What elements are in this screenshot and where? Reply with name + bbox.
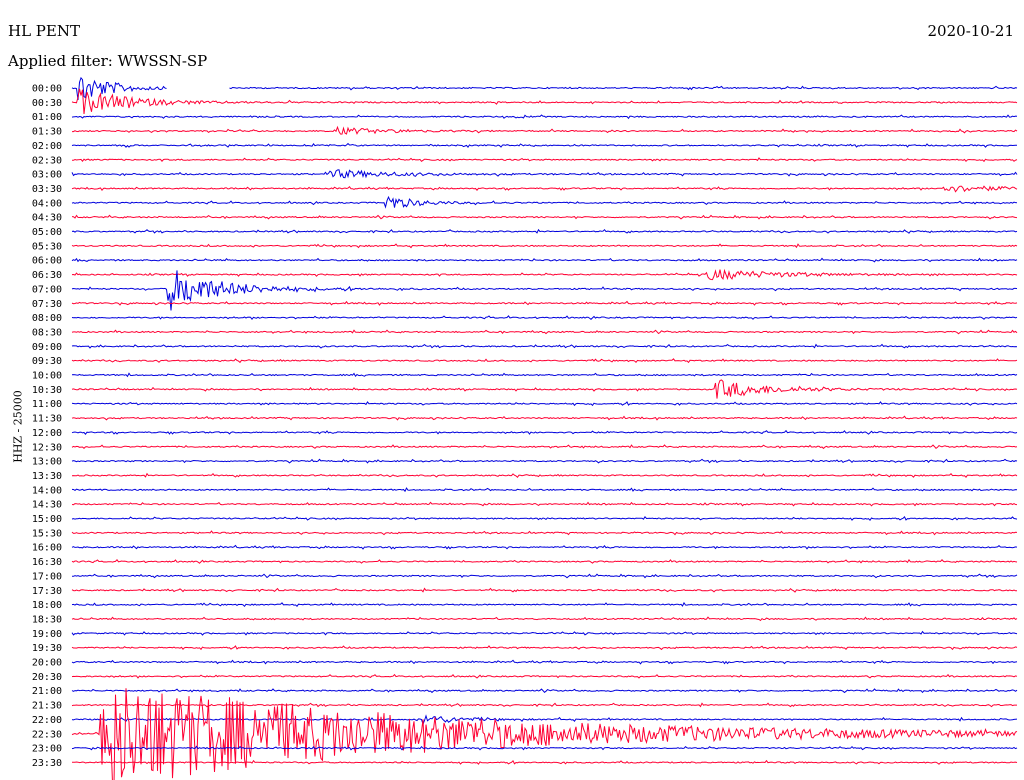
trace-1400: [71, 487, 1018, 493]
trace-1600: [71, 544, 1018, 550]
time-tick-label: 04:00: [32, 198, 62, 209]
time-tick-label: 16:00: [32, 543, 62, 554]
trace-0100: [71, 114, 1018, 120]
trace-1930: [71, 645, 1018, 651]
time-tick-label: 23:30: [32, 758, 62, 769]
time-tick-label: 17:30: [32, 586, 62, 597]
time-tick-label: 09:30: [32, 356, 62, 367]
time-tick-label: 08:30: [32, 327, 62, 338]
time-tick-label: 12:00: [32, 428, 62, 439]
trace-0530: [71, 243, 1018, 249]
trace-0830: [71, 329, 1018, 335]
time-tick-label: 00:00: [32, 84, 62, 95]
time-tick-label: 11:00: [32, 399, 62, 410]
trace-1230: [71, 444, 1018, 450]
time-tick-label: 01:30: [32, 127, 62, 138]
trace-0700: [71, 270, 1018, 311]
trace-2030: [71, 673, 1018, 679]
time-tick-label: 10:30: [32, 385, 62, 396]
time-tick-label: 03:30: [32, 184, 62, 195]
time-tick-label: 13:00: [32, 457, 62, 468]
trace-1300: [71, 458, 1018, 464]
time-tick-label: 12:30: [32, 442, 62, 453]
trace-0630: [71, 268, 1018, 281]
trace-0930: [71, 358, 1018, 364]
time-tick-label: 18:00: [32, 600, 62, 611]
trace-0200: [71, 142, 1018, 149]
trace-0800: [71, 315, 1018, 321]
trace-1700: [71, 573, 1018, 579]
time-tick-label: 07:00: [32, 284, 62, 295]
time-tick-label: 21:00: [32, 686, 62, 697]
time-tick-label: 20:00: [32, 658, 62, 669]
time-tick-label: 11:30: [32, 414, 62, 425]
time-tick-label: 06:30: [32, 270, 62, 281]
time-tick-label: 23:00: [32, 744, 62, 755]
time-tick-label: 15:30: [32, 528, 62, 539]
trace-0400: [71, 195, 1018, 209]
time-tick-label: 09:00: [32, 342, 62, 353]
trace-0500: [71, 228, 1018, 234]
time-tick-label: 14:00: [32, 485, 62, 496]
trace-2130: [71, 702, 1017, 708]
time-tick-label: 14:30: [32, 500, 62, 511]
trace-0330: [71, 185, 1018, 193]
trace-1030: [71, 379, 1018, 399]
trace-2100: [71, 688, 1018, 694]
time-tick-label: 04:30: [32, 213, 62, 224]
trace-0300: [71, 169, 1018, 179]
time-tick-label: 22:00: [32, 715, 62, 726]
trace-1330: [71, 472, 1018, 478]
time-tick-label: 02:00: [32, 141, 62, 152]
trace-2200: [71, 714, 1018, 726]
trace-1630: [71, 559, 1018, 564]
trace-1200: [71, 429, 1018, 435]
trace-1500: [71, 515, 1018, 521]
time-tick-label: 18:30: [32, 614, 62, 625]
trace-2230: [71, 688, 1018, 780]
trace-0430: [71, 214, 1018, 220]
time-tick-label: 02:30: [32, 155, 62, 166]
trace-0030: [71, 88, 1018, 115]
time-tick-label: 10:00: [32, 371, 62, 382]
time-tick-label: 13:30: [32, 471, 62, 482]
time-tick-label: 03:00: [32, 170, 62, 181]
time-tick-label: 01:00: [32, 112, 62, 123]
trace-0900: [71, 343, 1018, 349]
time-tick-label: 19:00: [32, 629, 62, 640]
time-tick-label: 22:30: [32, 729, 62, 740]
trace-1830: [71, 616, 1018, 622]
trace-0600: [71, 257, 1018, 263]
time-tick-label: 08:00: [32, 313, 62, 324]
time-tick-label: 05:30: [32, 241, 62, 252]
trace-1000: [71, 372, 1018, 378]
trace-0130: [72, 125, 1018, 135]
trace-1900: [71, 630, 1018, 636]
trace-0230: [72, 157, 1018, 163]
trace-1130: [71, 415, 1018, 421]
trace-1800: [71, 601, 1018, 608]
trace-0730: [71, 300, 1018, 306]
time-tick-label: 17:00: [32, 571, 62, 582]
time-tick-label: 19:30: [32, 643, 62, 654]
time-tick-label: 16:30: [32, 557, 62, 568]
trace-2000: [71, 659, 1018, 665]
time-tick-label: 15:00: [32, 514, 62, 525]
time-tick-label: 00:30: [32, 98, 62, 109]
trace-1430: [71, 501, 1018, 507]
time-tick-label: 07:30: [32, 299, 62, 310]
time-tick-label: 21:30: [32, 701, 62, 712]
trace-1530: [71, 530, 1018, 536]
time-tick-label: 05:00: [32, 227, 62, 238]
trace-1730: [71, 587, 1018, 593]
time-tick-label: 06:00: [32, 256, 62, 267]
seismogram-plot: 00:00 00:30 01:00 01:30 02:00 02:30 03:00 03:30…: [32, 76, 1018, 780]
time-tick-label: 20:30: [32, 672, 62, 683]
trace-0000: [71, 76, 1018, 100]
trace-1100: [71, 401, 1018, 407]
